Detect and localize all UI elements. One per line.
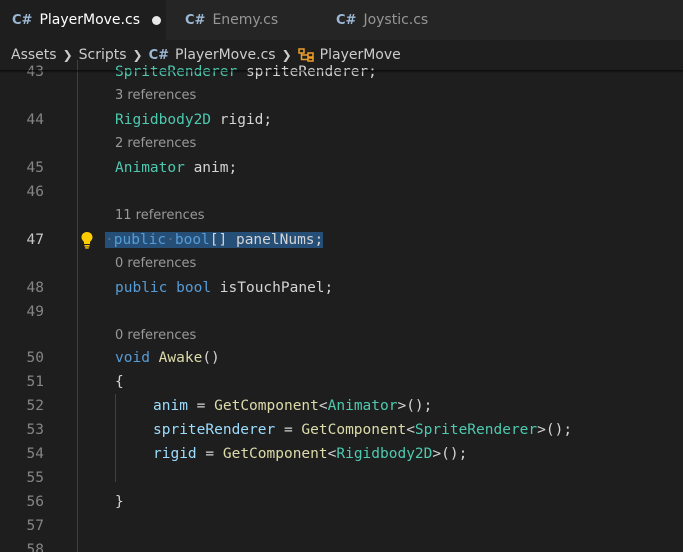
codelens-row: 11 references bbox=[0, 204, 683, 228]
codelens-references[interactable]: 11 references bbox=[115, 204, 205, 228]
line-number: 57 bbox=[26, 518, 44, 534]
code-text: } bbox=[115, 494, 124, 510]
codelens-row: 2 references bbox=[0, 132, 683, 156]
code-line-44: 44 Rigidbody2D rigid; bbox=[0, 108, 683, 132]
code-line-51: 51 { bbox=[0, 370, 683, 394]
code-text: spriteRenderer = GetComponent<SpriteRend… bbox=[153, 422, 573, 438]
line-number: 44 bbox=[26, 112, 44, 128]
codelens-references[interactable]: 0 references bbox=[115, 324, 196, 348]
code-line-48: 48 public bool isTouchPanel; bbox=[0, 276, 683, 300]
code-line-47: 47 ·public·bool[] panelNums; bbox=[0, 228, 683, 252]
line-number: 49 bbox=[26, 304, 44, 320]
line-number: 58 bbox=[26, 542, 44, 552]
code-text: Rigidbody2D rigid; bbox=[115, 112, 273, 128]
code-text: ·public·bool[] panelNums; bbox=[105, 232, 324, 248]
lightbulb-icon[interactable] bbox=[80, 231, 94, 249]
code-line-50: 50 void Awake() bbox=[0, 346, 683, 370]
codelens-references[interactable]: 2 references bbox=[115, 132, 196, 156]
code-text: { bbox=[115, 374, 124, 390]
breadcrumb-shadow bbox=[0, 70, 683, 73]
codelens-row: 0 references bbox=[0, 324, 683, 348]
csharp-icon: C# bbox=[336, 12, 357, 28]
line-number: 51 bbox=[26, 374, 44, 390]
code-line-45: 45 Animator anim; bbox=[0, 156, 683, 180]
line-number: 45 bbox=[26, 160, 44, 176]
line-number: 47 bbox=[26, 232, 44, 248]
tab-label: Enemy.cs bbox=[212, 12, 279, 28]
line-number: 54 bbox=[26, 446, 44, 462]
code-text: rigid = GetComponent<Rigidbody2D>(); bbox=[153, 446, 468, 462]
codelens-row: 3 references bbox=[0, 84, 683, 108]
code-line-57: 57 bbox=[0, 514, 683, 538]
codelens-references[interactable]: 0 references bbox=[115, 252, 196, 276]
codelens-references[interactable]: 3 references bbox=[115, 84, 196, 108]
line-number: 46 bbox=[26, 184, 44, 200]
tab-bar: C# PlayerMove.cs C# Enemy.cs C# Joystic.… bbox=[0, 0, 683, 40]
code-text: anim = GetComponent<Animator>(); bbox=[153, 398, 433, 414]
tab-label: PlayerMove.cs bbox=[39, 12, 140, 28]
code-line-54: 54 rigid = GetComponent<Rigidbody2D>(); bbox=[0, 442, 683, 466]
code-line-52: 52 anim = GetComponent<Animator>(); bbox=[0, 394, 683, 418]
line-number: 56 bbox=[26, 494, 44, 510]
code-text: public bool isTouchPanel; bbox=[115, 280, 334, 296]
line-number: 52 bbox=[26, 398, 44, 414]
line-number: 48 bbox=[26, 280, 44, 296]
tab-playermove[interactable]: C# PlayerMove.cs bbox=[0, 0, 166, 40]
code-line-58: 58 bbox=[0, 538, 683, 552]
line-number: 55 bbox=[26, 470, 44, 486]
code-text: Animator anim; bbox=[115, 160, 238, 176]
csharp-icon: C# bbox=[12, 12, 33, 28]
code-line-46: 46 bbox=[0, 180, 683, 204]
code-text: void Awake() bbox=[115, 350, 220, 366]
line-number: 53 bbox=[26, 422, 44, 438]
unsaved-dot-icon[interactable] bbox=[152, 15, 161, 25]
code-line-56: 56 } bbox=[0, 490, 683, 514]
code-editor[interactable]: 43 SpriteRenderer spriteRenderer; 3 refe… bbox=[0, 60, 683, 552]
codelens-row: 0 references bbox=[0, 252, 683, 276]
tab-joystic[interactable]: C# Joystic.cs bbox=[318, 0, 468, 40]
code-line-53: 53 spriteRenderer = GetComponent<SpriteR… bbox=[0, 418, 683, 442]
csharp-icon: C# bbox=[185, 12, 206, 28]
code-line-55: 55 bbox=[0, 466, 683, 490]
tab-enemy[interactable]: C# Enemy.cs bbox=[167, 0, 317, 40]
code-line-49: 49 bbox=[0, 300, 683, 324]
line-number: 50 bbox=[26, 350, 44, 366]
tab-label: Joystic.cs bbox=[363, 12, 429, 28]
